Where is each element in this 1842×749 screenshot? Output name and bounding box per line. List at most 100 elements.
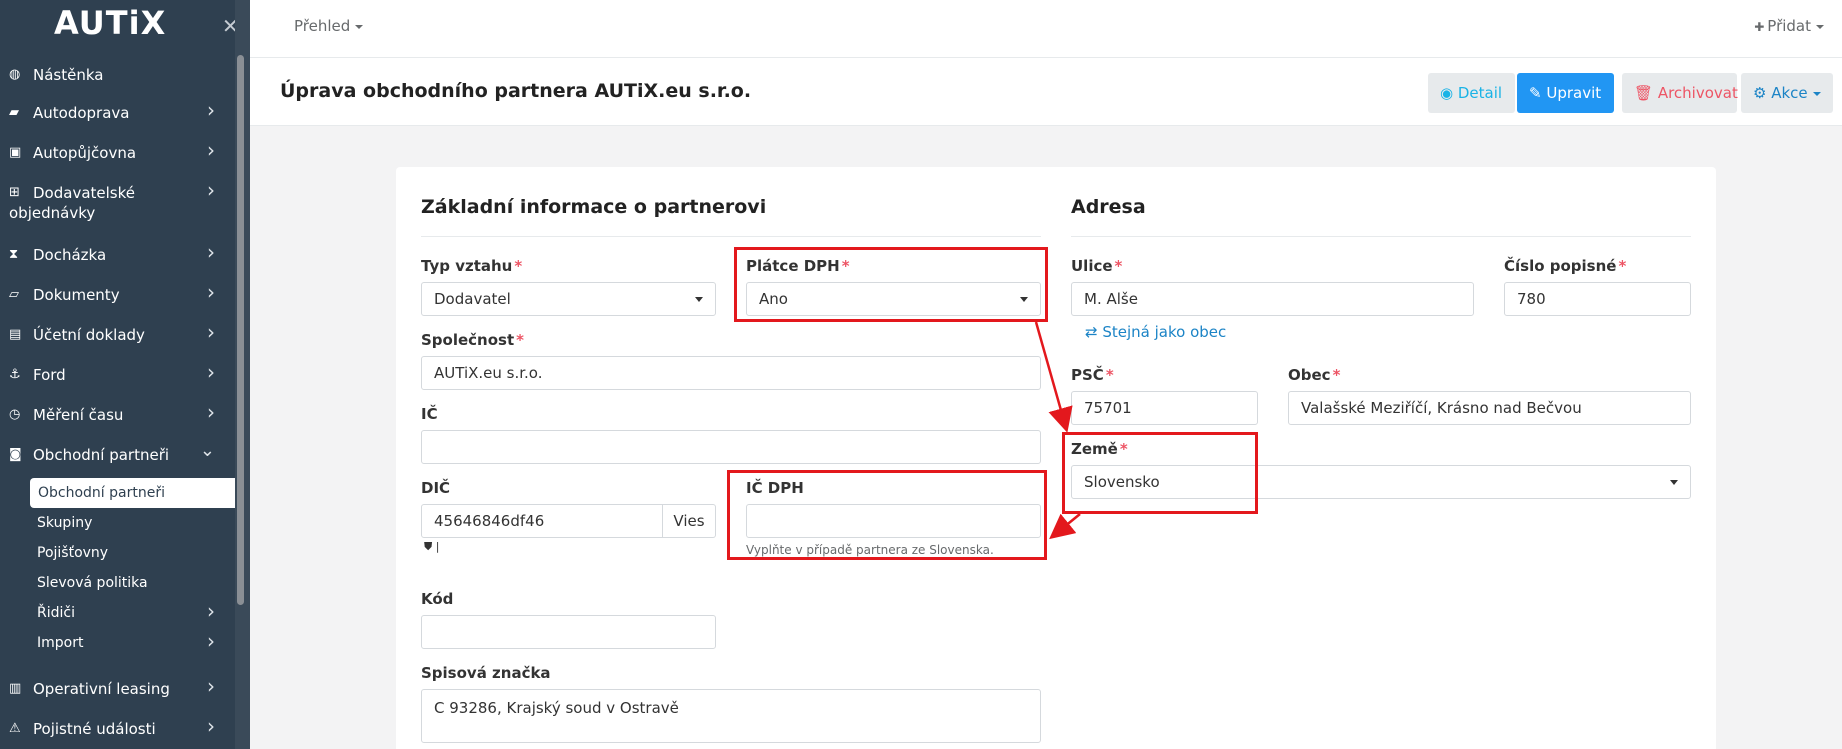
sidebar-subitem-5[interactable]: Import bbox=[37, 633, 83, 653]
sidebar-item-label: Dokumenty bbox=[33, 286, 120, 304]
sidebar-item-label: Autopůjčovna bbox=[33, 144, 137, 162]
sidebar-subitem-1[interactable]: Skupiny bbox=[37, 513, 92, 533]
book-icon: ▥ bbox=[9, 681, 22, 696]
caret-down-icon bbox=[1812, 91, 1821, 96]
sidebar-item-after-0[interactable]: ▥ Operativní leasing › bbox=[0, 674, 235, 699]
number-label: Číslo popisné * bbox=[1504, 257, 1627, 275]
caret-down-icon bbox=[1816, 24, 1824, 29]
city-input[interactable]: Valašské Meziříčí, Krásno nad Bečvou bbox=[1288, 391, 1691, 425]
archive-button[interactable]: 🗑 Archivovat bbox=[1622, 73, 1738, 113]
topbar: Přehled ✚ Přidat bbox=[250, 0, 1842, 58]
overview-dropdown[interactable]: Přehled bbox=[294, 17, 364, 35]
app-root: AUTiX ✕ ◍ Nástěnka ▰ Autodoprava › ▣ Autopůjčo… bbox=[0, 0, 1842, 749]
sidebar-item-label: Pojistné události bbox=[33, 720, 156, 738]
chevron-right-icon: › bbox=[207, 138, 215, 162]
same-as-city-link[interactable]: ⇄ Stejná jako obec bbox=[1085, 323, 1226, 341]
sidebar-item-0[interactable]: ◍ Nástěnka bbox=[0, 65, 235, 85]
sidebar-subitem-3[interactable]: Slevová politika bbox=[37, 573, 148, 593]
street-input[interactable]: M. Alše bbox=[1071, 282, 1474, 316]
actions-label: Akce bbox=[1771, 84, 1808, 102]
number-input[interactable]: 780 bbox=[1504, 282, 1691, 316]
sidebar-subitem-0[interactable]: Obchodní partneři bbox=[30, 478, 235, 508]
sidebar-item-label: Účetní doklady bbox=[33, 326, 145, 344]
truck-icon: ▰ bbox=[9, 105, 19, 120]
sidebar-item-label: Obchodní partneři bbox=[33, 446, 170, 464]
detail-button[interactable]: ◉ Detail bbox=[1428, 73, 1515, 113]
sidebar-item-3[interactable]: ⊞ Dodavatelské objednávky › bbox=[0, 178, 235, 222]
relation-type-label: Typ vztahu * bbox=[421, 257, 523, 275]
caret-down-icon bbox=[355, 24, 364, 29]
add-dropdown[interactable]: ✚ Přidat bbox=[1754, 17, 1824, 35]
edit-button[interactable]: ✎ Upravit bbox=[1517, 73, 1614, 113]
trash-icon: 🗑 bbox=[1634, 84, 1654, 102]
chevron-right-icon: › bbox=[207, 400, 215, 424]
annotation-box-vat-payer bbox=[734, 247, 1048, 322]
divider bbox=[1071, 236, 1691, 237]
company-label: Společnost * bbox=[421, 331, 524, 349]
bag-icon: ◙ bbox=[9, 447, 22, 462]
sidebar-item-5[interactable]: ▱ Dokumenty › bbox=[0, 280, 235, 305]
vies-status-icons: ⛊ | bbox=[424, 540, 440, 553]
sidebar-item-9[interactable]: ◙ Obchodní partneři ⌄ bbox=[0, 441, 235, 465]
file-no-label: Spisová značka bbox=[421, 664, 551, 682]
logo[interactable]: AUTiX bbox=[54, 4, 166, 42]
sidebar-subitem-2[interactable]: Pojišťovny bbox=[37, 543, 108, 563]
sidebar-item-label-line2: objednávky bbox=[9, 204, 96, 222]
document-icon: ▤ bbox=[9, 327, 22, 342]
gear-icon: ⚙ bbox=[1753, 84, 1767, 102]
sidebar-item-1[interactable]: ▰ Autodoprava › bbox=[0, 100, 235, 123]
page-title: Úprava obchodního partnera AUTiX.eu s.r.… bbox=[280, 80, 752, 102]
warning-icon: ⚠ bbox=[9, 721, 21, 736]
sidebar-scrollbar[interactable] bbox=[237, 55, 244, 605]
chevron-right-icon: › bbox=[207, 674, 215, 698]
cart-icon: ⊞ bbox=[9, 185, 20, 200]
sidebar-item-7[interactable]: ⚓ Ford › bbox=[0, 360, 235, 385]
actions-dropdown[interactable]: ⚙ Akce bbox=[1741, 73, 1833, 113]
pencil-icon: ✎ bbox=[1529, 84, 1542, 102]
car-icon: ▣ bbox=[9, 145, 22, 160]
chevron-right-icon: › bbox=[207, 629, 215, 653]
hourglass-icon: ⧗ bbox=[9, 247, 19, 262]
dashboard-icon: ◍ bbox=[9, 67, 21, 82]
eye-icon: ◉ bbox=[1440, 84, 1454, 102]
divider bbox=[421, 236, 1041, 237]
dic-input[interactable]: 45646846df46 bbox=[421, 504, 663, 538]
address-title: Adresa bbox=[1071, 196, 1146, 218]
chevron-right-icon: › bbox=[207, 178, 215, 202]
sidebar-item-label: Autodoprava bbox=[33, 104, 130, 122]
chevron-right-icon: › bbox=[207, 714, 215, 738]
sidebar-item-8[interactable]: ◷ Měření času › bbox=[0, 400, 235, 425]
chevron-right-icon: › bbox=[207, 320, 215, 344]
sidebar-item-label: Měření času bbox=[33, 406, 124, 424]
psc-label: PSČ * bbox=[1071, 366, 1114, 384]
sidebar-item-after-1[interactable]: ⚠ Pojistné události › bbox=[0, 714, 235, 739]
ic-input[interactable] bbox=[421, 430, 1041, 464]
sidebar: AUTiX ✕ ◍ Nástěnka ▰ Autodoprava › ▣ Autopůjčo… bbox=[0, 0, 239, 749]
clock-icon: ◷ bbox=[9, 407, 21, 422]
company-input[interactable]: AUTiX.eu s.r.o. bbox=[421, 356, 1041, 390]
sidebar-item-2[interactable]: ▣ Autopůjčovna › bbox=[0, 138, 235, 163]
relation-type-select[interactable]: Dodavatel bbox=[421, 282, 716, 316]
overview-label: Přehled bbox=[294, 17, 351, 35]
plus-icon: ✚ bbox=[1754, 20, 1765, 34]
detail-label: Detail bbox=[1457, 84, 1503, 102]
chevron-right-icon: › bbox=[207, 280, 215, 304]
vies-button[interactable]: Vies bbox=[663, 504, 716, 538]
chevron-down-icon: ⌄ bbox=[199, 440, 215, 461]
dic-label: DIČ bbox=[421, 479, 451, 497]
sidebar-subitem-4[interactable]: Řidiči bbox=[37, 603, 75, 623]
sidebar-item-4[interactable]: ⧗ Docházka › bbox=[0, 240, 235, 265]
sidebar-item-label: Nástěnka bbox=[33, 66, 104, 84]
chevron-right-icon: › bbox=[207, 360, 215, 384]
psc-input[interactable]: 75701 bbox=[1071, 391, 1258, 425]
code-input[interactable] bbox=[421, 615, 716, 649]
annotation-box-ic-dph bbox=[727, 470, 1047, 560]
chevron-right-icon: › bbox=[207, 240, 215, 264]
file-no-textarea[interactable]: C 93286, Krajský soud v Ostravě bbox=[421, 689, 1041, 743]
sidebar-item-6[interactable]: ▤ Účetní doklady › bbox=[0, 320, 235, 345]
swap-icon: ⇄ bbox=[1085, 323, 1098, 341]
basic-info-title: Základní informace o partnerovi bbox=[421, 196, 767, 218]
sidebar-item-label: Dodavatelské bbox=[33, 184, 135, 202]
archive-label: Archivovat bbox=[1657, 84, 1738, 102]
code-label: Kód bbox=[421, 590, 454, 608]
